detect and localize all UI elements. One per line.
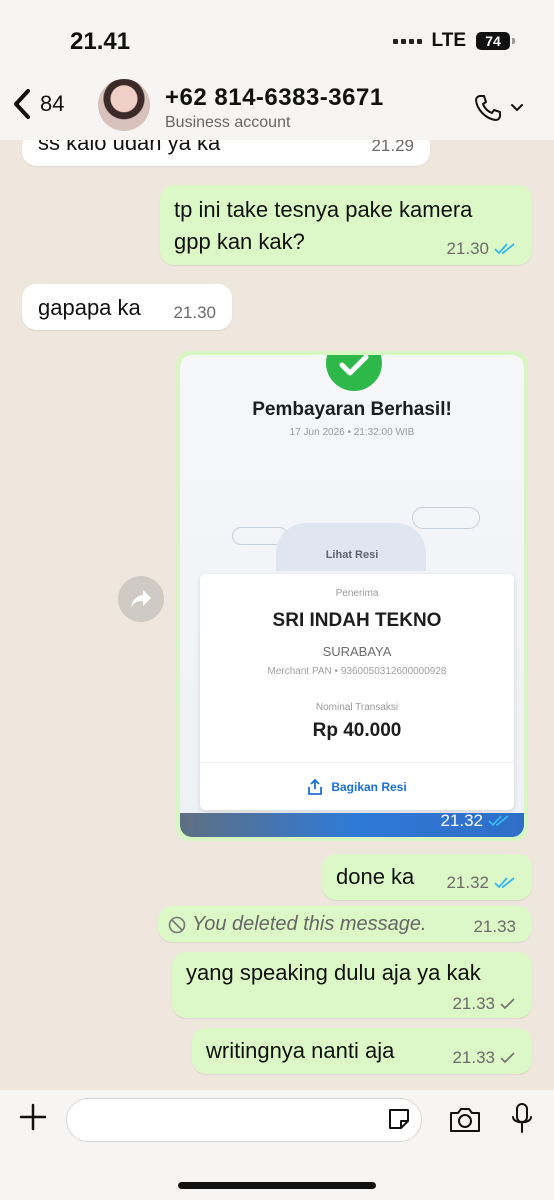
share-icon — [308, 779, 323, 795]
message-meta: 21.32 — [446, 873, 516, 893]
message-text: writingnya nanti aja — [206, 1038, 395, 1063]
message-outgoing[interactable]: done ka 21.32 — [322, 854, 532, 900]
receipt-card: Penerima SRI INDAH TEKNO SURABAYA Mercha… — [200, 574, 514, 810]
message-time: 21.32 — [440, 811, 483, 830]
contact-info[interactable]: +62 814-6383-3671 Business account — [165, 84, 384, 132]
message-time: 21.33 — [473, 917, 516, 936]
phone-icon — [475, 95, 501, 121]
amount-value: Rp 40.000 — [312, 720, 402, 741]
message-outgoing[interactable]: writingnya nanti aja 21.33 — [192, 1028, 532, 1074]
deleted-icon — [168, 916, 186, 933]
message-deleted[interactable]: You deleted this message. 21.33 — [158, 906, 532, 942]
message-composer — [0, 1090, 554, 1200]
status-indicators: LTE 74 — [392, 30, 515, 52]
message-time: 21.29 — [371, 140, 414, 155]
contact-name: +62 814-6383-3671 — [165, 84, 384, 111]
battery-level: 74 — [485, 33, 501, 49]
message-time: 21.33 — [452, 1048, 495, 1067]
image-message[interactable]: Pembayaran Berhasil! 17 Jun 2026 • 21:32… — [176, 351, 528, 841]
chat-header: 84 +62 814-6383-3671 Business account — [0, 78, 554, 140]
message-time: 21.30 — [446, 239, 489, 258]
status-bar: 21.41 LTE 74 — [0, 0, 554, 78]
message-text: yang speaking dulu aja ya kak — [186, 960, 481, 985]
message-time: 21.33 — [452, 994, 495, 1013]
attach-button[interactable] — [18, 1102, 48, 1137]
message-time: 21.30 — [173, 303, 216, 322]
message-text-line2: gpp kan kak? — [174, 229, 305, 254]
read-ticks-icon — [494, 243, 515, 255]
sent-tick-icon — [500, 1052, 515, 1064]
unread-count: 84 — [40, 91, 65, 116]
forward-icon — [131, 590, 151, 608]
payment-receipt-image[interactable]: Pembayaran Berhasil! 17 Jun 2026 • 21:32… — [180, 355, 524, 837]
home-indicator — [178, 1182, 376, 1189]
call-button[interactable] — [472, 92, 524, 124]
message-outgoing[interactable]: tp ini take tesnya pake kamera gpp kan k… — [160, 185, 532, 265]
message-time: 21.32 — [446, 873, 489, 892]
read-ticks-icon — [488, 815, 509, 827]
message-meta: 21.33 — [452, 1048, 516, 1068]
message-outgoing[interactable]: yang speaking dulu aja ya kak 21.33 — [172, 952, 532, 1018]
signal-icon — [392, 38, 422, 44]
receipt-date: 17 Jun 2026 • 21:32:00 WIB — [289, 427, 415, 438]
camera-icon — [450, 1108, 480, 1132]
battery-icon: 74 — [476, 32, 515, 50]
amount-label: Nominal Transaksi — [315, 702, 399, 713]
image-meta: 21.32 — [440, 811, 510, 831]
check-icon — [326, 355, 382, 391]
receipt-title: Pembayaran Berhasil! — [252, 399, 452, 420]
camera-button[interactable] — [448, 1106, 482, 1139]
back-button[interactable]: 84 — [12, 88, 64, 120]
sent-tick-icon — [500, 998, 515, 1010]
recipient-label: Penerima — [335, 588, 379, 599]
cloud-illustration — [412, 507, 480, 529]
plus-icon — [19, 1103, 47, 1131]
share-label: Bagikan Resi — [331, 780, 407, 794]
sticker-button[interactable] — [386, 1106, 412, 1137]
recipient-city: SURABAYA — [322, 644, 392, 659]
message-text: done ka — [336, 864, 415, 889]
message-meta: 21.33 — [452, 994, 516, 1014]
message-meta: 21.30 — [446, 239, 516, 259]
message-text: You deleted this message. — [192, 913, 427, 935]
message-incoming[interactable]: gapapa ka 21.30 — [22, 284, 232, 330]
message-text-line1: tp ini take tesnya pake kamera — [174, 197, 473, 222]
message-input[interactable] — [66, 1098, 422, 1142]
store-illustration — [276, 523, 426, 571]
back-chevron-icon — [14, 89, 30, 119]
message-text: gapapa ka — [38, 295, 141, 320]
view-receipt-label: Lihat Resi — [325, 549, 379, 561]
sticker-icon — [389, 1109, 409, 1129]
merchant-pan: Merchant PAN • 9360050312600000928 — [267, 666, 447, 677]
voice-button[interactable] — [510, 1102, 534, 1141]
avatar[interactable] — [98, 79, 150, 131]
chevron-down-icon — [511, 104, 523, 112]
read-ticks-icon — [494, 877, 515, 889]
share-receipt: Bagikan Resi — [200, 762, 514, 811]
message-incoming[interactable]: ss kalo udan ya ka 21.29 — [22, 140, 430, 166]
recipient-name: SRI INDAH TEKNO — [272, 610, 442, 631]
network-label: LTE — [431, 30, 466, 51]
mic-icon — [512, 1103, 532, 1133]
status-time: 21.41 — [70, 28, 131, 55]
contact-subtitle: Business account — [165, 114, 291, 131]
message-text: ss kalo udan ya ka — [38, 140, 221, 155]
deleted-message-body: You deleted this message. — [168, 913, 427, 936]
chat-area[interactable]: ss kalo udan ya ka 21.29 tp ini take tes… — [0, 140, 554, 1090]
forward-button[interactable] — [118, 576, 164, 622]
